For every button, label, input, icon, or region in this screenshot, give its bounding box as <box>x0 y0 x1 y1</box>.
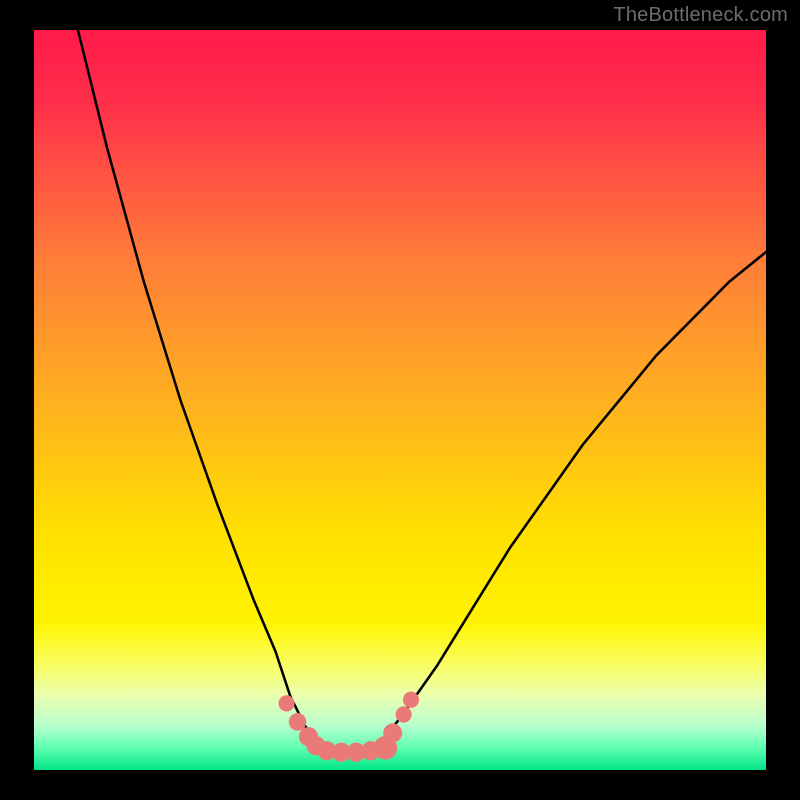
trough-marker <box>278 695 294 711</box>
trough-marker <box>403 692 419 708</box>
chart-frame: TheBottleneck.com <box>0 0 800 800</box>
trough-marker <box>289 713 307 731</box>
plot-area <box>34 30 766 770</box>
trough-marker <box>396 706 412 722</box>
trough-marker <box>383 723 402 742</box>
curve-layer <box>34 30 766 770</box>
bottleneck-curve <box>78 30 766 752</box>
trough-markers <box>278 692 419 762</box>
watermark-text: TheBottleneck.com <box>613 4 788 27</box>
